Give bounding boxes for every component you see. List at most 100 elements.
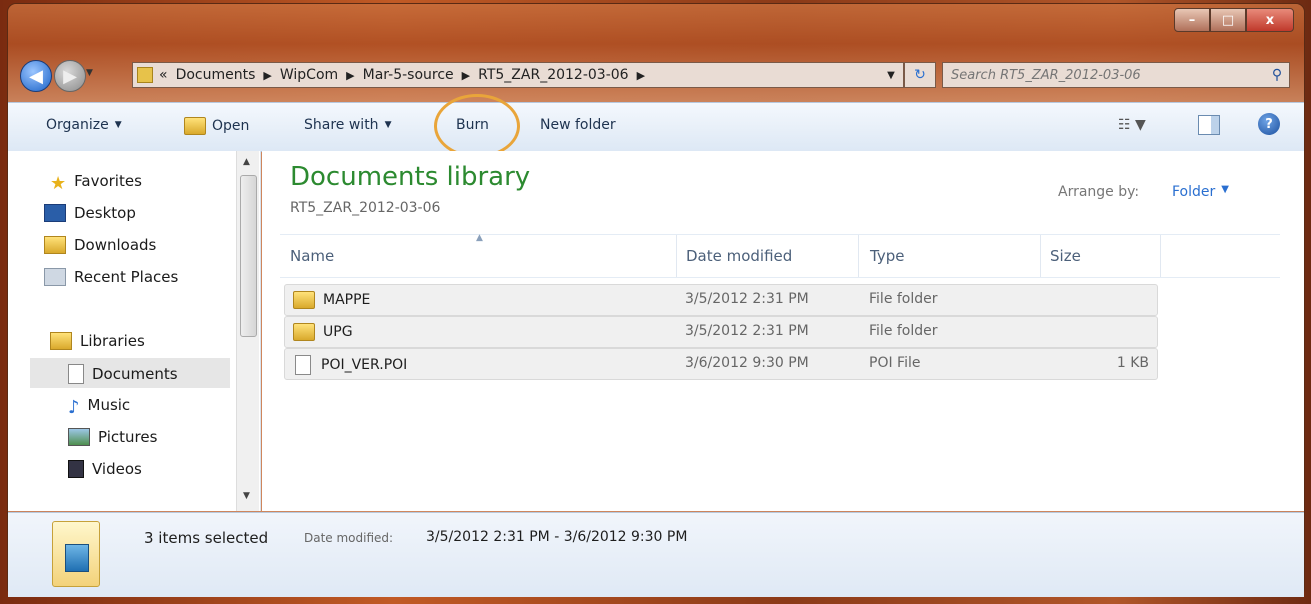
libraries-icon [50, 332, 72, 350]
new-folder-button[interactable]: New folder [540, 117, 616, 133]
new-folder-label: New folder [540, 117, 616, 133]
breadcrumb-wipcom[interactable]: WipCom [280, 67, 338, 83]
back-button[interactable]: ◀ [20, 60, 52, 92]
type-cell: File folder [869, 323, 938, 339]
command-bar: Organize ▼ Open Share with ▼ Burn New fo… [8, 102, 1304, 152]
column-header-date-modified[interactable]: Date modified [686, 247, 792, 265]
column-divider[interactable] [676, 235, 677, 277]
desktop-icon [44, 204, 66, 222]
organize-label: Organize [46, 117, 109, 133]
date-modified-range: 3/5/2012 2:31 PM - 3/6/2012 9:30 PM [426, 529, 687, 545]
file-icon [295, 355, 311, 375]
sidebar-item-favorites[interactable]: ★ Favorites [50, 172, 142, 190]
sidebar-item-recent-places[interactable]: Recent Places [44, 268, 178, 286]
table-row[interactable]: UPG 3/5/2012 2:31 PM File folder [284, 316, 1158, 348]
search-icon[interactable]: ⚲ [1265, 67, 1289, 83]
arrange-by-label: Arrange by: [1058, 184, 1139, 200]
folder-icon [293, 291, 315, 309]
sidebar-item-libraries[interactable]: Libraries [50, 332, 145, 350]
search-input[interactable] [943, 67, 1265, 84]
date-modified-label: Date modified: [304, 531, 393, 545]
forward-button[interactable]: ▶ [54, 60, 86, 92]
minimize-button[interactable]: – [1174, 8, 1210, 32]
help-icon: ? [1265, 117, 1273, 132]
navigation-bar: ◀ ▶ ▼ « Documents ▶ WipCom ▶ Mar-5-sourc… [20, 58, 1290, 92]
sidebar-item-music[interactable]: ♪ Music [68, 396, 130, 414]
breadcrumb-rt5-zar[interactable]: RT5_ZAR_2012-03-06 [478, 67, 628, 83]
chevron-down-icon: ▼ [115, 120, 122, 130]
sidebar-item-downloads[interactable]: Downloads [44, 236, 156, 254]
selection-count: 3 items selected [144, 529, 268, 547]
address-bar[interactable]: « Documents ▶ WipCom ▶ Mar-5-source ▶ RT… [132, 62, 904, 88]
file-name-cell: MAPPE [293, 291, 370, 309]
open-folder-icon [184, 117, 206, 135]
change-view-button[interactable]: ☷ ▼ [1118, 117, 1146, 133]
sidebar-item-pictures[interactable]: Pictures [68, 428, 157, 446]
documents-icon [68, 364, 84, 384]
maximize-button[interactable]: □ [1210, 8, 1246, 32]
library-subtitle: RT5_ZAR_2012-03-06 [290, 200, 440, 216]
type-cell: File folder [869, 291, 938, 307]
forward-arrow-icon: ▶ [63, 66, 77, 87]
date-modified-cell: 3/6/2012 9:30 PM [685, 355, 809, 371]
star-icon: ★ [50, 173, 66, 189]
search-box[interactable]: ⚲ [942, 62, 1290, 88]
scroll-down-icon[interactable]: ▼ [243, 491, 250, 501]
burn-highlight-circle [434, 94, 520, 158]
breadcrumb: « Documents ▶ WipCom ▶ Mar-5-source ▶ RT… [159, 67, 879, 83]
page-title: Documents library [290, 162, 530, 192]
breadcrumb-separator-icon[interactable]: ▶ [263, 69, 271, 82]
arrange-by-dropdown[interactable]: Folder ▼ [1172, 184, 1229, 200]
breadcrumb-separator-icon[interactable]: ▶ [346, 69, 354, 82]
chevron-down-icon: ▼ [385, 120, 392, 130]
column-header-name[interactable]: Name [290, 247, 334, 265]
recent-places-icon [44, 268, 66, 286]
column-divider[interactable] [1040, 235, 1041, 277]
breadcrumb-overflow[interactable]: « [159, 67, 168, 83]
breadcrumb-documents[interactable]: Documents [176, 67, 256, 83]
sidebar-item-desktop[interactable]: Desktop [44, 204, 136, 222]
sort-ascending-icon: ▲ [476, 233, 483, 243]
music-icon: ♪ [68, 397, 80, 413]
column-header-type[interactable]: Type [870, 247, 904, 265]
nav-pane-scrollbar[interactable]: ▲ ▼ [236, 151, 259, 511]
folder-icon [137, 67, 153, 83]
table-row[interactable]: MAPPE 3/5/2012 2:31 PM File folder [284, 284, 1158, 316]
sidebar-item-label: Libraries [80, 332, 145, 350]
file-name-cell: UPG [293, 323, 353, 341]
table-row[interactable]: POI_VER.POI 3/6/2012 9:30 PM POI File 1 … [284, 348, 1158, 380]
help-button[interactable]: ? [1258, 113, 1280, 135]
videos-icon [68, 460, 84, 478]
address-dropdown-icon[interactable]: ▼ [879, 70, 903, 81]
sidebar-item-label: Documents [92, 365, 178, 383]
breadcrumb-separator-icon[interactable]: ▶ [637, 69, 645, 82]
date-modified-cell: 3/5/2012 2:31 PM [685, 291, 809, 307]
column-divider[interactable] [858, 235, 859, 277]
sidebar-item-label: Recent Places [74, 268, 178, 286]
column-divider[interactable] [1160, 235, 1161, 277]
view-options-icon: ☷ ▼ [1118, 117, 1146, 133]
preview-pane-button[interactable] [1198, 115, 1220, 135]
sidebar-item-documents[interactable]: Documents [68, 364, 178, 384]
downloads-icon [44, 236, 66, 254]
breadcrumb-separator-icon[interactable]: ▶ [462, 69, 470, 82]
share-with-button[interactable]: Share with ▼ [304, 117, 391, 133]
details-pane: 3 items selected Date modified: 3/5/2012… [8, 512, 1304, 597]
column-headers: ▲ Name Date modified Type Size [280, 234, 1280, 278]
open-button[interactable]: Open [184, 117, 249, 135]
sidebar-item-label: Pictures [98, 428, 157, 446]
file-name-cell: POI_VER.POI [295, 355, 407, 375]
column-header-size[interactable]: Size [1050, 247, 1081, 265]
sidebar-item-videos[interactable]: Videos [68, 460, 142, 478]
recent-pages-dropdown-icon[interactable]: ▼ [86, 68, 96, 82]
scrollbar-thumb[interactable] [240, 175, 257, 337]
close-button[interactable]: x [1246, 8, 1294, 32]
file-name: MAPPE [323, 292, 370, 308]
sidebar-item-label: Favorites [74, 172, 142, 190]
sidebar-item-label: Music [88, 396, 131, 414]
folder-icon [293, 323, 315, 341]
organize-button[interactable]: Organize ▼ [46, 117, 122, 133]
refresh-button[interactable]: ↻ [904, 62, 936, 88]
scroll-up-icon[interactable]: ▲ [243, 157, 250, 167]
breadcrumb-mar-5-source[interactable]: Mar-5-source [363, 67, 454, 83]
